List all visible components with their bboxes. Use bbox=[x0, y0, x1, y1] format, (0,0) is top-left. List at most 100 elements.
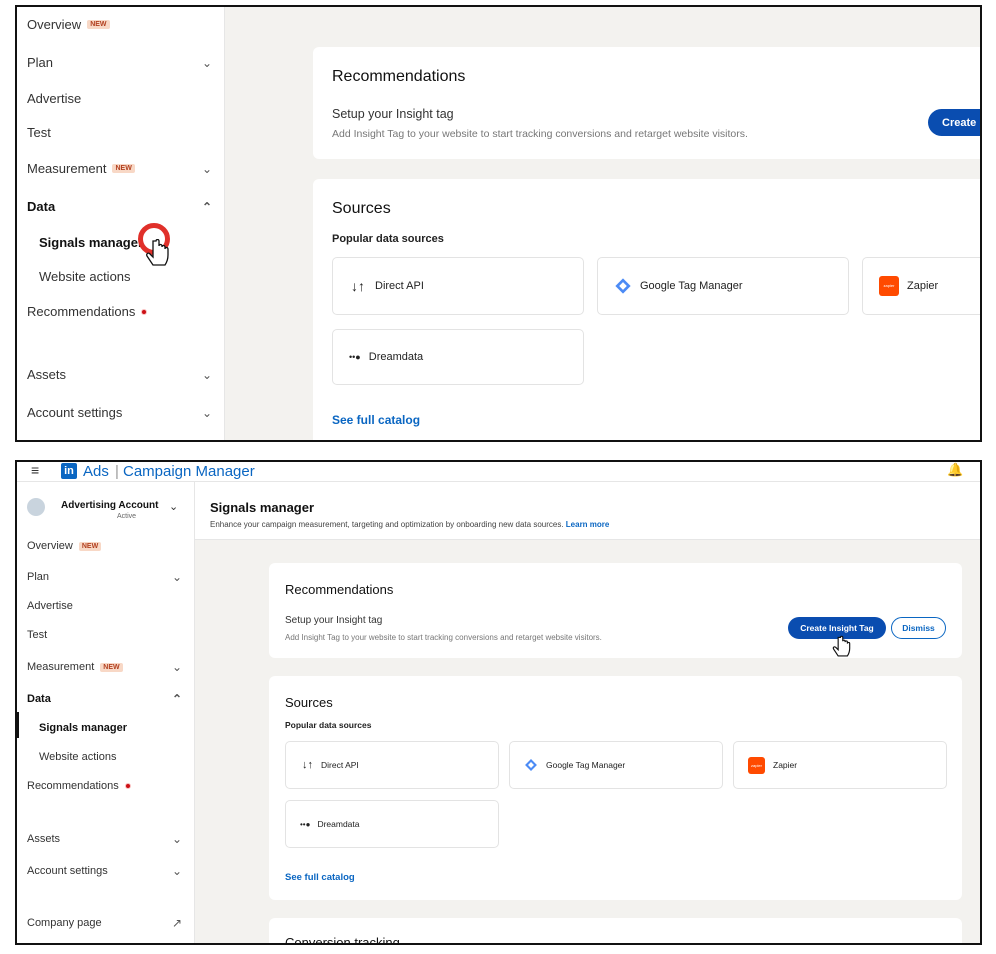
sidebar-item-label: Website actions bbox=[39, 269, 131, 284]
chevron-down-icon: ⌄ bbox=[201, 405, 212, 420]
sidebar-item-test[interactable]: Test bbox=[27, 629, 182, 641]
sidebar-item-advertise[interactable]: Advertise bbox=[27, 600, 182, 612]
dreamdata-icon: ••● bbox=[300, 819, 311, 829]
sidebar-item-label: Plan bbox=[27, 571, 50, 583]
setup-title: Setup your Insight tag bbox=[332, 107, 454, 121]
sidebar-item-website-actions[interactable]: Website actions bbox=[39, 269, 212, 284]
sidebar-item-assets[interactable]: Assets ⌄ bbox=[27, 367, 212, 382]
source-google-tag-manager[interactable]: Google Tag Manager bbox=[597, 257, 849, 315]
recommendations-card: Recommendations Setup your Insight tag A… bbox=[313, 47, 980, 159]
chevron-down-icon: ⌄ bbox=[201, 55, 212, 70]
setup-title: Setup your Insight tag bbox=[285, 615, 383, 626]
chevron-up-icon: ⌃ bbox=[171, 692, 182, 706]
sidebar-item-label: Signals manager bbox=[39, 235, 144, 250]
source-label: Google Tag Manager bbox=[640, 280, 743, 292]
dreamdata-icon: ••● bbox=[349, 352, 361, 362]
sidebar-item-test[interactable]: Test bbox=[27, 125, 212, 140]
sources-title: Sources bbox=[332, 200, 391, 217]
account-name[interactable]: Advertising Account bbox=[61, 500, 158, 511]
sidebar-item-recommendations[interactable]: Recommendations bbox=[27, 304, 212, 319]
sidebar-item-company-page[interactable]: Company page ↗ bbox=[27, 916, 182, 930]
source-label: Dreamdata bbox=[317, 819, 360, 829]
source-label: Zapier bbox=[773, 760, 798, 770]
source-dreamdata[interactable]: ••● Dreamdata bbox=[332, 329, 584, 385]
google-tag-manager-icon bbox=[525, 759, 537, 771]
sidebar-item-label: Test bbox=[27, 125, 51, 140]
full-screenshot-panel: ≡ in Ads | Campaign Manager 🔔 Signals ma… bbox=[15, 460, 982, 945]
chevron-down-icon: ⌄ bbox=[171, 660, 182, 674]
recommendations-card: Recommendations Setup your Insight tag A… bbox=[269, 563, 962, 658]
conversion-tracking-title: Conversion tracking bbox=[285, 935, 400, 945]
active-indicator bbox=[17, 712, 19, 738]
chevron-up-icon: ⌃ bbox=[201, 199, 212, 214]
chevron-down-icon: ⌄ bbox=[171, 832, 182, 846]
sidebar-item-label: Assets bbox=[27, 833, 61, 845]
chevron-down-icon[interactable]: ⌄ bbox=[169, 500, 178, 513]
sidebar-item-advertise[interactable]: Advertise bbox=[27, 91, 212, 106]
new-badge: NEW bbox=[78, 541, 102, 551]
popular-sources-label: Popular data sources bbox=[332, 233, 444, 245]
sidebar-item-recommendations[interactable]: Recommendations bbox=[27, 780, 182, 792]
sidebar: Advertising Account Active ⌄ Overview NE… bbox=[17, 482, 195, 943]
sidebar-item-account-settings[interactable]: Account settings ⌄ bbox=[27, 864, 182, 878]
sidebar-item-signals-manager[interactable]: Signals manager bbox=[39, 235, 212, 250]
source-direct-api[interactable]: ↓↑ Direct API bbox=[332, 257, 584, 315]
create-insight-tag-button[interactable]: Create I bbox=[928, 109, 980, 136]
sources-title: Sources bbox=[285, 695, 333, 710]
source-dreamdata[interactable]: ••● Dreamdata bbox=[285, 800, 499, 848]
account-status: Active bbox=[117, 513, 137, 520]
sidebar-item-website-actions[interactable]: Website actions bbox=[39, 751, 182, 763]
page-description: Enhance your campaign measurement, targe… bbox=[210, 520, 609, 529]
sidebar-item-label: Company page bbox=[27, 917, 102, 929]
source-label: Zapier bbox=[907, 280, 939, 292]
dismiss-button[interactable]: Dismiss bbox=[891, 617, 946, 639]
conversion-tracking-card: Conversion tracking bbox=[269, 918, 962, 945]
zoomed-screenshot-panel: Overview NEW Plan ⌄ Advertise Test Measu… bbox=[15, 5, 982, 442]
sidebar-item-label: Measurement bbox=[27, 161, 107, 176]
sidebar-item-label: Data bbox=[27, 199, 56, 214]
sidebar-item-label: Data bbox=[27, 693, 51, 705]
source-label: Dreamdata bbox=[368, 351, 424, 363]
sidebar-item-plan[interactable]: Plan ⌄ bbox=[27, 570, 182, 584]
source-zapier[interactable]: zapier Zapier bbox=[733, 741, 947, 789]
page-header: Signals manager Enhance your campaign me… bbox=[195, 482, 980, 540]
see-full-catalog-link[interactable]: See full catalog bbox=[285, 872, 355, 883]
notification-dot bbox=[141, 308, 148, 315]
linkedin-logo: in bbox=[61, 463, 77, 479]
sidebar-item-signals-manager[interactable]: Signals manager bbox=[39, 722, 182, 734]
external-link-icon: ↗ bbox=[171, 916, 182, 930]
menu-icon[interactable]: ≡ bbox=[31, 462, 39, 478]
sidebar-item-measurement[interactable]: Measurement NEW ⌄ bbox=[27, 660, 182, 674]
source-label: Google Tag Manager bbox=[546, 760, 626, 770]
chevron-down-icon: ⌄ bbox=[171, 570, 182, 584]
page-description-text: Enhance your campaign measurement, targe… bbox=[210, 520, 564, 529]
sidebar-item-label: Measurement bbox=[27, 661, 95, 673]
sidebar-item-overview[interactable]: Overview NEW bbox=[27, 540, 182, 552]
sidebar-item-label: Recommendations bbox=[27, 780, 119, 792]
sidebar-item-measurement[interactable]: Measurement NEW ⌄ bbox=[27, 161, 212, 176]
sidebar-item-label: Assets bbox=[27, 367, 67, 382]
sidebar-item-assets[interactable]: Assets ⌄ bbox=[27, 832, 182, 846]
sources-card: Sources Popular data sources ↓↑ Direct A… bbox=[269, 676, 962, 900]
popular-sources-label: Popular data sources bbox=[285, 720, 372, 730]
sidebar-item-plan[interactable]: Plan ⌄ bbox=[27, 55, 212, 70]
sidebar-item-data[interactable]: Data ⌃ bbox=[27, 692, 182, 706]
notification-bell-icon[interactable]: 🔔 bbox=[947, 462, 963, 478]
sidebar-item-label: Account settings bbox=[27, 405, 123, 420]
sidebar-item-label: Overview bbox=[27, 17, 82, 32]
source-zapier[interactable]: zapier Zapier bbox=[862, 257, 980, 315]
page-title: Signals manager bbox=[210, 500, 315, 515]
chevron-down-icon: ⌄ bbox=[201, 367, 212, 382]
new-badge: NEW bbox=[87, 20, 110, 29]
see-full-catalog-link[interactable]: See full catalog bbox=[332, 413, 420, 427]
sidebar-item-data[interactable]: Data ⌃ bbox=[27, 199, 212, 214]
sidebar-item-label: Website actions bbox=[39, 751, 117, 763]
direct-api-icon: ↓↑ bbox=[351, 278, 365, 294]
account-avatar bbox=[27, 498, 45, 516]
pointer-cursor-icon bbox=[832, 635, 851, 657]
sidebar-item-account-settings[interactable]: Account settings ⌄ bbox=[27, 405, 212, 420]
source-google-tag-manager[interactable]: Google Tag Manager bbox=[509, 741, 723, 789]
source-direct-api[interactable]: ↓↑ Direct API bbox=[285, 741, 499, 789]
learn-more-link[interactable]: Learn more bbox=[566, 520, 610, 529]
sidebar-item-overview[interactable]: Overview NEW bbox=[27, 17, 212, 32]
